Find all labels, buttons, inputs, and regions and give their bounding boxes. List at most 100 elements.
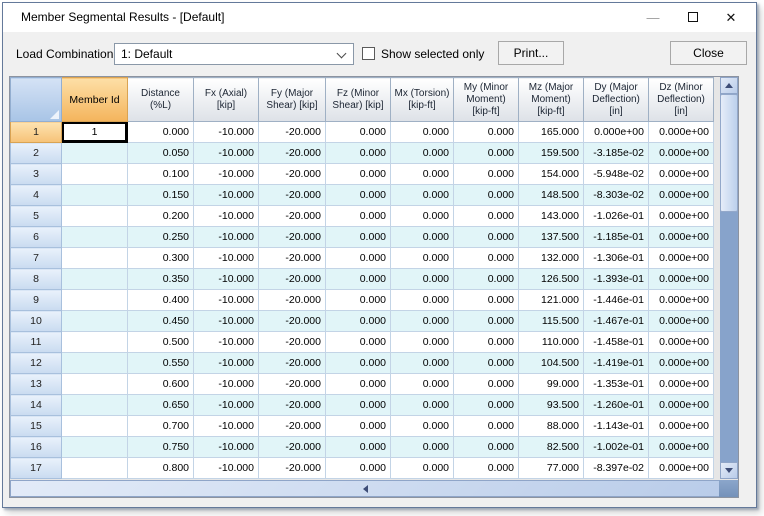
row-number-cell[interactable]: 11: [10, 331, 62, 353]
title-bar[interactable]: Member Segmental Results - [Default] — ✕: [3, 3, 756, 32]
data-cell[interactable]: 0.200: [127, 205, 194, 227]
data-cell[interactable]: 0.000e+00: [648, 415, 714, 437]
data-cell[interactable]: 0.000: [325, 247, 391, 269]
row-number-cell[interactable]: 8: [10, 268, 62, 290]
data-cell[interactable]: 0.000: [390, 205, 454, 227]
data-cell[interactable]: 0.150: [127, 184, 194, 206]
data-cell[interactable]: -20.000: [258, 394, 326, 416]
data-cell[interactable]: -1.467e-01: [583, 310, 649, 332]
data-cell[interactable]: 0.000: [453, 184, 519, 206]
row-number-cell[interactable]: 16: [10, 436, 62, 458]
data-cell[interactable]: 0.000: [325, 394, 391, 416]
data-cell[interactable]: 104.500: [518, 352, 584, 374]
data-cell[interactable]: 0.050: [127, 142, 194, 164]
row-number-cell[interactable]: 7: [10, 247, 62, 269]
row-number-cell[interactable]: 5: [10, 205, 62, 227]
data-cell[interactable]: 0.000: [325, 268, 391, 290]
data-cell[interactable]: -1.026e-01: [583, 205, 649, 227]
close-button[interactable]: Close: [670, 41, 747, 65]
data-cell[interactable]: 0.100: [127, 163, 194, 185]
horizontal-scrollbar[interactable]: [10, 480, 738, 497]
data-cell[interactable]: -10.000: [193, 352, 259, 374]
data-cell[interactable]: 0.000: [325, 331, 391, 353]
data-cell[interactable]: -1.306e-01: [583, 247, 649, 269]
data-cell[interactable]: 0.000: [453, 415, 519, 437]
data-cell[interactable]: -1.143e-01: [583, 415, 649, 437]
data-cell[interactable]: -20.000: [258, 415, 326, 437]
data-cell[interactable]: 0.000: [127, 121, 194, 143]
scroll-up-button[interactable]: [720, 77, 738, 94]
data-cell[interactable]: 0.000: [453, 121, 519, 143]
data-cell[interactable]: 0.000e+00: [648, 394, 714, 416]
maximize-button[interactable]: [673, 3, 713, 32]
data-cell[interactable]: 137.500: [518, 226, 584, 248]
data-cell[interactable]: 0.000: [390, 142, 454, 164]
data-cell[interactable]: [61, 205, 128, 227]
data-cell[interactable]: 0.000: [390, 163, 454, 185]
data-cell[interactable]: -20.000: [258, 163, 326, 185]
data-cell[interactable]: -10.000: [193, 331, 259, 353]
data-cell[interactable]: 0.000: [453, 268, 519, 290]
row-number-cell[interactable]: 17: [10, 457, 62, 479]
data-cell[interactable]: -20.000: [258, 331, 326, 353]
data-cell[interactable]: [61, 268, 128, 290]
data-cell[interactable]: -20.000: [258, 457, 326, 479]
data-cell[interactable]: -20.000: [258, 142, 326, 164]
data-cell[interactable]: 0.000: [390, 247, 454, 269]
row-number-cell[interactable]: 12: [10, 352, 62, 374]
data-cell[interactable]: [61, 436, 128, 458]
row-number-cell[interactable]: 10: [10, 310, 62, 332]
data-cell[interactable]: -1.419e-01: [583, 352, 649, 374]
data-cell[interactable]: -10.000: [193, 121, 259, 143]
column-header-fz-minor-shear-kip[interactable]: Fz (Minor Shear) [kip]: [325, 77, 391, 122]
data-cell[interactable]: 0.000e+00: [648, 436, 714, 458]
data-cell[interactable]: 154.000: [518, 163, 584, 185]
data-cell[interactable]: 88.000: [518, 415, 584, 437]
data-cell[interactable]: 0.750: [127, 436, 194, 458]
data-cell[interactable]: 0.000: [325, 226, 391, 248]
data-cell[interactable]: 0.000: [390, 121, 454, 143]
data-cell[interactable]: 0.000e+00: [648, 268, 714, 290]
data-cell[interactable]: 126.500: [518, 268, 584, 290]
row-number-cell[interactable]: 1: [10, 121, 62, 143]
data-cell[interactable]: 0.600: [127, 373, 194, 395]
data-cell[interactable]: 0.000: [390, 457, 454, 479]
column-header-fx-axial-kip[interactable]: Fx (Axial) [kip]: [193, 77, 259, 122]
data-cell[interactable]: -10.000: [193, 142, 259, 164]
data-cell[interactable]: 132.000: [518, 247, 584, 269]
show-selected-only-checkbox[interactable]: [362, 47, 375, 60]
close-window-button[interactable]: ✕: [711, 3, 751, 32]
data-cell[interactable]: 0.000e+00: [648, 457, 714, 479]
print-button[interactable]: Print...: [498, 41, 564, 65]
data-cell[interactable]: -20.000: [258, 205, 326, 227]
data-cell[interactable]: 0.000: [325, 436, 391, 458]
column-header-dy-major-deflection-in[interactable]: Dy (Major Deflection) [in]: [583, 77, 649, 122]
data-cell[interactable]: 0.000: [325, 163, 391, 185]
data-cell[interactable]: 0.000: [453, 331, 519, 353]
data-cell[interactable]: [61, 352, 128, 374]
data-cell[interactable]: [61, 373, 128, 395]
data-cell[interactable]: 0.000: [325, 121, 391, 143]
data-cell[interactable]: 0.000: [390, 289, 454, 311]
data-cell[interactable]: -10.000: [193, 247, 259, 269]
data-cell[interactable]: -5.948e-02: [583, 163, 649, 185]
data-cell[interactable]: -10.000: [193, 373, 259, 395]
row-number-cell[interactable]: 4: [10, 184, 62, 206]
data-cell[interactable]: -20.000: [258, 310, 326, 332]
data-cell[interactable]: 0.000e+00: [648, 163, 714, 185]
data-cell[interactable]: 0.000: [453, 373, 519, 395]
data-cell[interactable]: 0.000e+00: [648, 289, 714, 311]
data-cell[interactable]: -10.000: [193, 163, 259, 185]
data-cell[interactable]: -1.458e-01: [583, 331, 649, 353]
data-cell[interactable]: 0.000: [453, 226, 519, 248]
data-cell[interactable]: 0.000: [453, 289, 519, 311]
data-cell[interactable]: 143.000: [518, 205, 584, 227]
data-cell[interactable]: 0.000: [390, 352, 454, 374]
row-number-cell[interactable]: 6: [10, 226, 62, 248]
row-number-cell[interactable]: 13: [10, 373, 62, 395]
data-cell[interactable]: -20.000: [258, 184, 326, 206]
data-cell[interactable]: 0.250: [127, 226, 194, 248]
data-cell[interactable]: 0.000e+00: [648, 121, 714, 143]
data-cell[interactable]: -20.000: [258, 268, 326, 290]
data-cell[interactable]: 0.000: [453, 457, 519, 479]
